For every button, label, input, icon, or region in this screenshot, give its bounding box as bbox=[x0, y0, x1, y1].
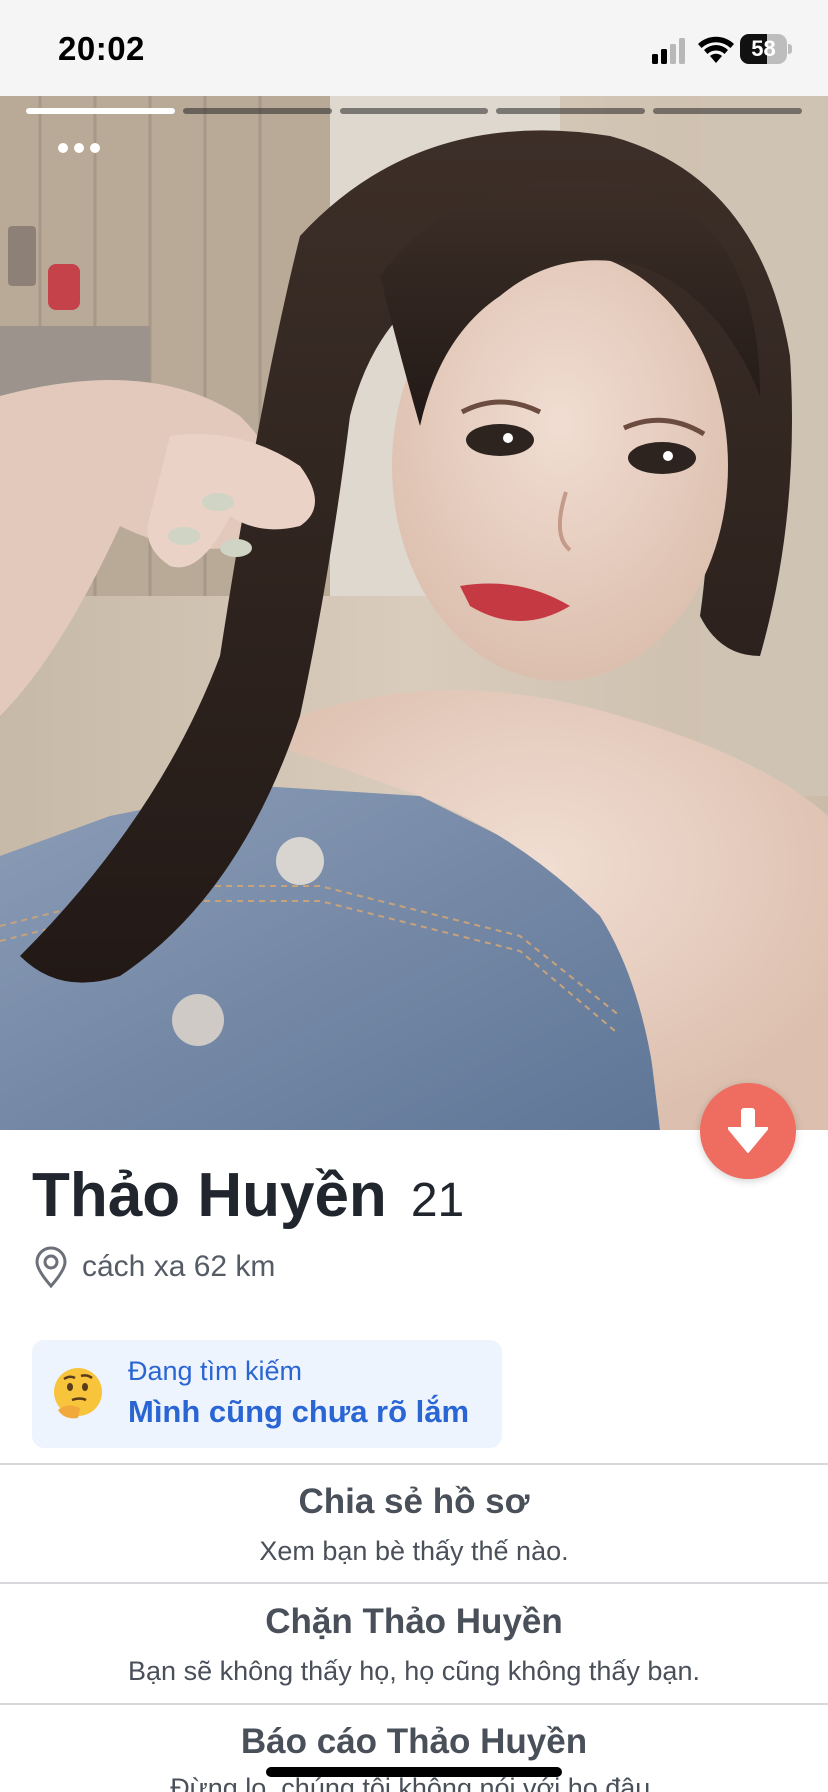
block-user-subtitle: Bạn sẽ không thấy họ, họ cũng không thấy… bbox=[128, 1656, 700, 1686]
divider bbox=[0, 1582, 828, 1584]
photo-progress-bar bbox=[26, 108, 802, 114]
divider bbox=[0, 1703, 828, 1705]
wifi-icon bbox=[698, 36, 734, 63]
share-profile-title: Chia sẻ hồ sơ bbox=[298, 1482, 530, 1521]
profile-name: Thảo Huyền bbox=[32, 1161, 387, 1230]
collapse-profile-button[interactable] bbox=[700, 1083, 796, 1179]
photo-progress-segment[interactable] bbox=[26, 108, 175, 114]
looking-for-label: Đang tìm kiếm bbox=[128, 1356, 303, 1386]
cellular-signal-icon bbox=[652, 38, 685, 64]
location-pin-icon bbox=[35, 1246, 67, 1288]
block-user-title: Chặn Thảo Huyền bbox=[265, 1602, 563, 1641]
looking-for-value: Mình cũng chưa rõ lắm bbox=[128, 1394, 470, 1429]
divider bbox=[0, 1463, 828, 1465]
photo-progress-segment[interactable] bbox=[182, 108, 332, 114]
profile-photo[interactable] bbox=[0, 96, 828, 1130]
photo-progress-segment[interactable] bbox=[496, 108, 646, 114]
battery-level: 58 bbox=[751, 36, 776, 61]
photo-progress-segment[interactable] bbox=[339, 108, 489, 114]
more-options-icon[interactable] bbox=[58, 136, 108, 160]
share-profile-subtitle: Xem bạn bè thấy thế nào. bbox=[259, 1536, 569, 1566]
profile-age: 21 bbox=[410, 1174, 465, 1227]
looking-for-card: Đang tìm kiếm Mình cũng chưa rõ lắm bbox=[32, 1340, 502, 1448]
battery-icon: 58 bbox=[740, 34, 792, 64]
status-time: 20:02 bbox=[58, 30, 145, 67]
distance-text: cách xa 62 km bbox=[82, 1250, 276, 1283]
profile-header: Thảo Huyền 21 bbox=[32, 1160, 464, 1231]
arrow-down-icon bbox=[728, 1108, 768, 1153]
thinking-face-icon bbox=[54, 1368, 102, 1419]
profile-photo-image bbox=[0, 96, 828, 1130]
report-user-title: Báo cáo Thảo Huyền bbox=[240, 1722, 588, 1761]
distance-row: cách xa 62 km bbox=[34, 1246, 275, 1288]
home-indicator[interactable] bbox=[266, 1767, 562, 1777]
photo-progress-segment[interactable] bbox=[653, 108, 802, 114]
status-bar: 20:02 58 bbox=[0, 0, 828, 96]
